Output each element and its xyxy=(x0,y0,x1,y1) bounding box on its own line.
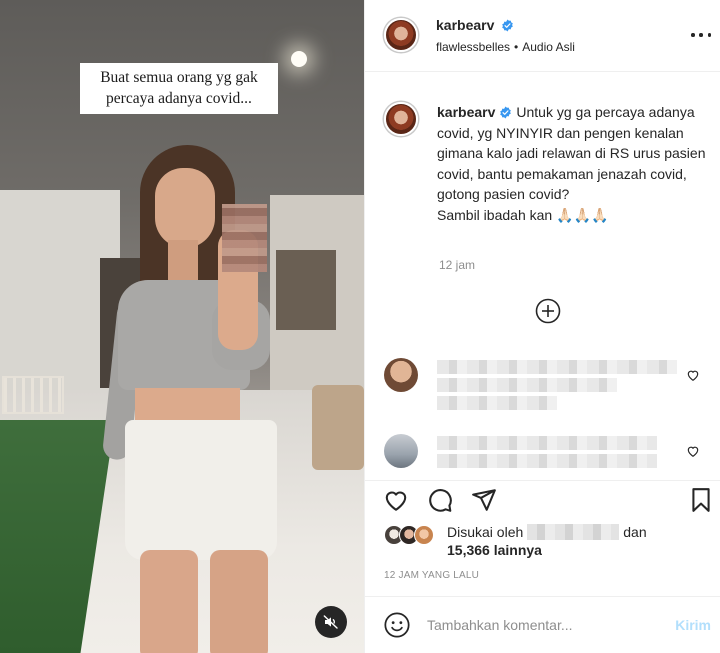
caption-body-line2: Sambil ibadah kan 🙏🏻🙏🏻🙏🏻 xyxy=(437,206,609,223)
comment-input[interactable] xyxy=(427,611,657,639)
comment-like-icon[interactable] xyxy=(686,444,700,458)
collab-username[interactable]: flawlessbelles xyxy=(436,40,510,54)
verified-badge-icon xyxy=(502,19,514,32)
liker-avatar[interactable] xyxy=(414,525,434,545)
emoji-icon[interactable] xyxy=(383,611,411,639)
likes-count[interactable]: 15,366 lainnya xyxy=(447,542,542,558)
liked-by-line: Disukai oleh dan xyxy=(447,524,647,540)
commenter-avatar[interactable] xyxy=(384,434,418,468)
commenter-avatar[interactable] xyxy=(384,358,418,392)
blurred-comment-text xyxy=(437,436,657,450)
caption-text: karbearv Untuk yg ga percaya adanya covi… xyxy=(437,102,712,225)
blurred-comment-text xyxy=(437,378,617,392)
blurred-comment-text xyxy=(437,360,677,374)
mute-button[interactable] xyxy=(315,606,347,638)
censor-blur xyxy=(222,204,267,272)
comment-item xyxy=(365,358,720,418)
post-video[interactable]: Buat semua orang yg gak percaya adanya c… xyxy=(0,0,364,653)
plus-circle-icon[interactable] xyxy=(535,298,561,324)
author-username-row: karbearv xyxy=(436,17,514,33)
post-info-panel: karbearv flawlessbelles • Audio Asli karbe… xyxy=(364,0,720,653)
post-timestamp[interactable]: 12 JAM YANG LALU xyxy=(384,570,479,581)
paper-plane-icon[interactable] xyxy=(471,487,497,513)
more-options-icon xyxy=(691,33,695,37)
bookmark-icon[interactable] xyxy=(688,487,714,513)
comment-like-icon[interactable] xyxy=(686,368,700,382)
header-subtitle: flawlessbelles • Audio Asli xyxy=(436,40,575,54)
more-options-button[interactable] xyxy=(691,28,711,42)
liked-by-suffix: dan xyxy=(623,524,647,540)
video-text-overlay: Buat semua orang yg gak percaya adanya c… xyxy=(80,63,278,114)
post-actions xyxy=(365,480,720,520)
add-comment-bar: Kirim xyxy=(365,596,720,653)
blurred-comment-text xyxy=(437,396,557,410)
comment-icon[interactable] xyxy=(427,487,453,513)
verified-badge-icon xyxy=(500,106,512,119)
blurred-liker-name[interactable] xyxy=(527,524,620,540)
liked-by-prefix: Disukai oleh xyxy=(447,524,524,540)
speaker-muted-icon xyxy=(323,615,338,629)
author-avatar[interactable] xyxy=(384,18,418,52)
likes-summary: Disukai oleh dan 15,366 lainnya xyxy=(365,518,720,568)
caption-author-avatar[interactable] xyxy=(384,102,418,136)
subtitle-separator: • xyxy=(514,40,519,54)
blurred-comment-text xyxy=(437,454,657,468)
caption-username[interactable]: karbearv xyxy=(437,104,495,120)
post-comment-button[interactable]: Kirim xyxy=(675,617,711,633)
author-username[interactable]: karbearv xyxy=(436,17,494,33)
post-header: karbearv flawlessbelles • Audio Asli xyxy=(365,0,720,72)
heart-icon[interactable] xyxy=(383,487,409,513)
audio-link[interactable]: Audio Asli xyxy=(522,40,575,54)
caption-timestamp: 12 jam xyxy=(439,258,476,272)
